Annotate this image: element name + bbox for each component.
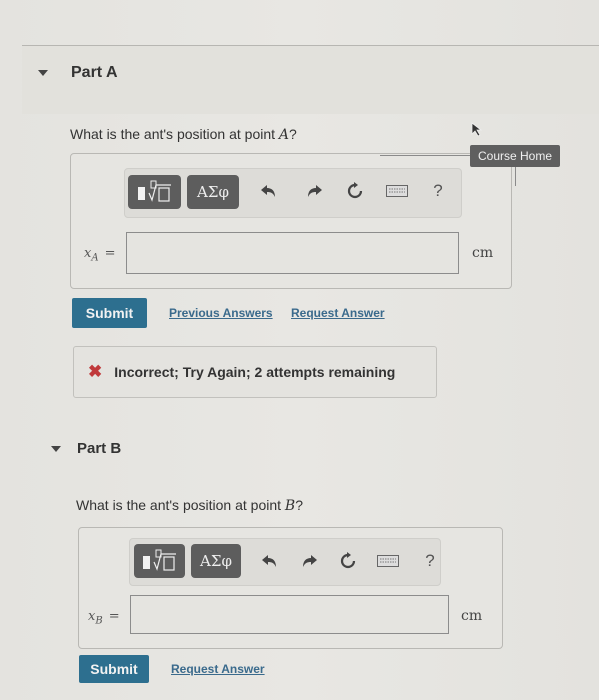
tooltip-connector <box>380 155 470 156</box>
part-b-unit: cm <box>461 608 483 624</box>
course-home-tooltip: Course Home <box>470 145 561 167</box>
part-b-question: What is the ant's position at point B? <box>76 497 303 514</box>
fraction-root-template-icon <box>137 180 171 202</box>
variable-subscript: A <box>91 252 99 264</box>
part-a-title: Part A <box>71 64 118 81</box>
reset-icon[interactable] <box>344 179 366 203</box>
part-a-unit: cm <box>472 245 494 261</box>
question-text: What is the ant's position at point <box>76 497 285 513</box>
reset-icon[interactable] <box>337 549 359 573</box>
greek-symbols-button[interactable]: ΑΣφ <box>191 544 241 578</box>
part-a-question: What is the ant's position at point A? <box>70 126 297 143</box>
part-b-title: Part B <box>77 440 122 457</box>
tooltip-connector <box>515 166 516 186</box>
redo-icon[interactable] <box>303 179 325 203</box>
previous-answers-link[interactable]: Previous Answers <box>169 306 273 320</box>
templates-button[interactable] <box>134 544 185 578</box>
equals-sign: = <box>108 609 120 624</box>
collapse-caret-icon[interactable] <box>51 446 61 452</box>
part-a-feedback: ✖ Incorrect; Try Again; 2 attempts remai… <box>73 346 437 398</box>
collapse-caret-icon[interactable] <box>38 70 48 76</box>
mouse-cursor-icon <box>471 122 483 137</box>
greek-symbols-button[interactable]: ΑΣφ <box>187 175 239 209</box>
equals-sign: = <box>104 246 116 261</box>
fraction-root-template-icon <box>142 549 176 571</box>
question-variable: B <box>284 498 296 514</box>
undo-icon[interactable] <box>259 549 281 573</box>
part-a-math-toolbar: ΑΣφ ? <box>124 168 462 218</box>
help-button[interactable]: ? <box>427 179 449 203</box>
feedback-message: Incorrect; Try Again; 2 attempts remaini… <box>114 364 396 380</box>
question-suffix: ? <box>295 497 303 513</box>
question-suffix: ? <box>289 126 297 142</box>
part-a-variable-label: xA = <box>84 246 115 264</box>
x-icon: ✖ <box>88 362 103 381</box>
part-b-variable-label: xB = <box>88 609 120 627</box>
part-b-answer-input[interactable] <box>130 595 449 634</box>
part-a-request-answer-link[interactable]: Request Answer <box>291 306 385 320</box>
keyboard-icon[interactable] <box>377 549 399 573</box>
part-a-submit-button[interactable]: Submit <box>72 298 147 328</box>
question-text: What is the ant's position at point <box>70 126 279 142</box>
help-button[interactable]: ? <box>419 549 441 573</box>
part-a-answer-input[interactable] <box>126 232 459 274</box>
question-variable: A <box>278 127 290 143</box>
keyboard-icon[interactable] <box>386 179 408 203</box>
undo-icon[interactable] <box>258 179 280 203</box>
variable-subscript: B <box>95 615 103 627</box>
templates-button[interactable] <box>128 175 181 209</box>
page: Part A What is the ant's position at poi… <box>0 0 599 700</box>
part-b-request-answer-link[interactable]: Request Answer <box>171 662 265 676</box>
part-b-math-toolbar: ΑΣφ ? <box>129 538 441 586</box>
part-b-submit-button[interactable]: Submit <box>79 655 149 683</box>
redo-icon[interactable] <box>298 549 320 573</box>
